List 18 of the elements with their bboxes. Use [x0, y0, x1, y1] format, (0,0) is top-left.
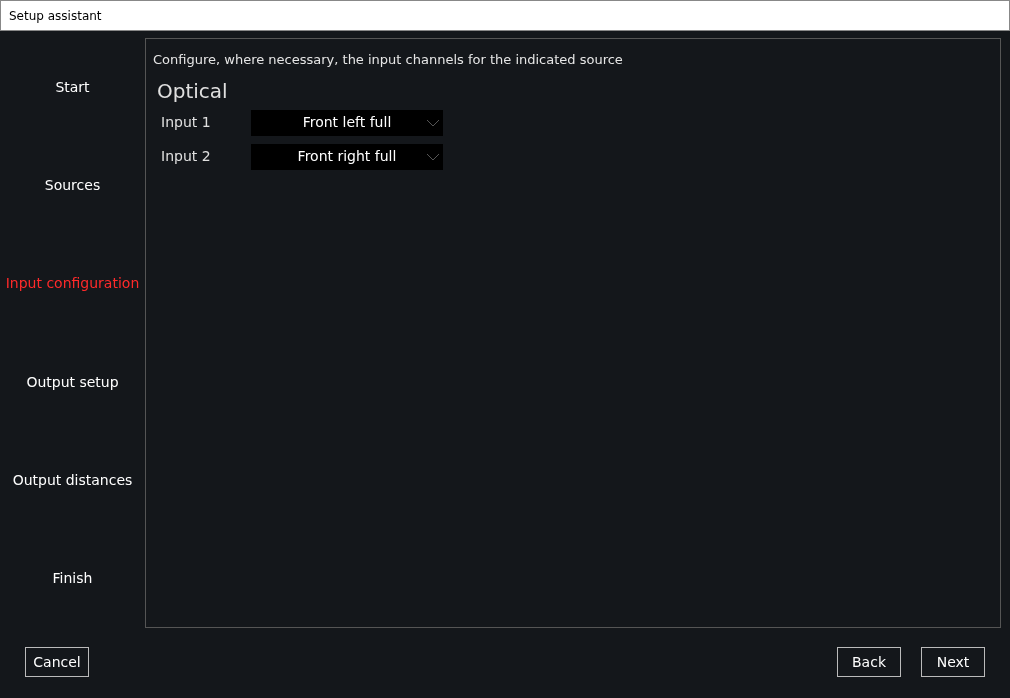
back-button[interactable]: Back	[837, 647, 901, 677]
input-label: Input 1	[161, 113, 212, 132]
instruction-text: Configure, where necessary, the input channels for the indicated source	[153, 51, 624, 69]
next-button[interactable]: Next	[921, 647, 985, 677]
input-label: Input 2	[161, 147, 212, 166]
step-item[interactable]: Output setup	[26, 371, 119, 393]
step-item[interactable]: Start	[55, 76, 90, 98]
source-heading: Optical	[157, 77, 229, 105]
cancel-button[interactable]: Cancel	[25, 647, 89, 677]
step-item[interactable]: Output distances	[12, 469, 133, 491]
channel-dropdown[interactable]: Front right full	[251, 143, 443, 170]
channel-dropdown[interactable]: Front left full	[251, 109, 443, 136]
step-item[interactable]: Finish	[52, 568, 93, 590]
step-item[interactable]: Sources	[44, 175, 101, 196]
chevron-down-icon	[426, 152, 440, 161]
window-title: Setup assistant	[9, 7, 102, 25]
chevron-down-icon	[426, 118, 440, 127]
step-item[interactable]: Input configuration	[5, 273, 140, 295]
